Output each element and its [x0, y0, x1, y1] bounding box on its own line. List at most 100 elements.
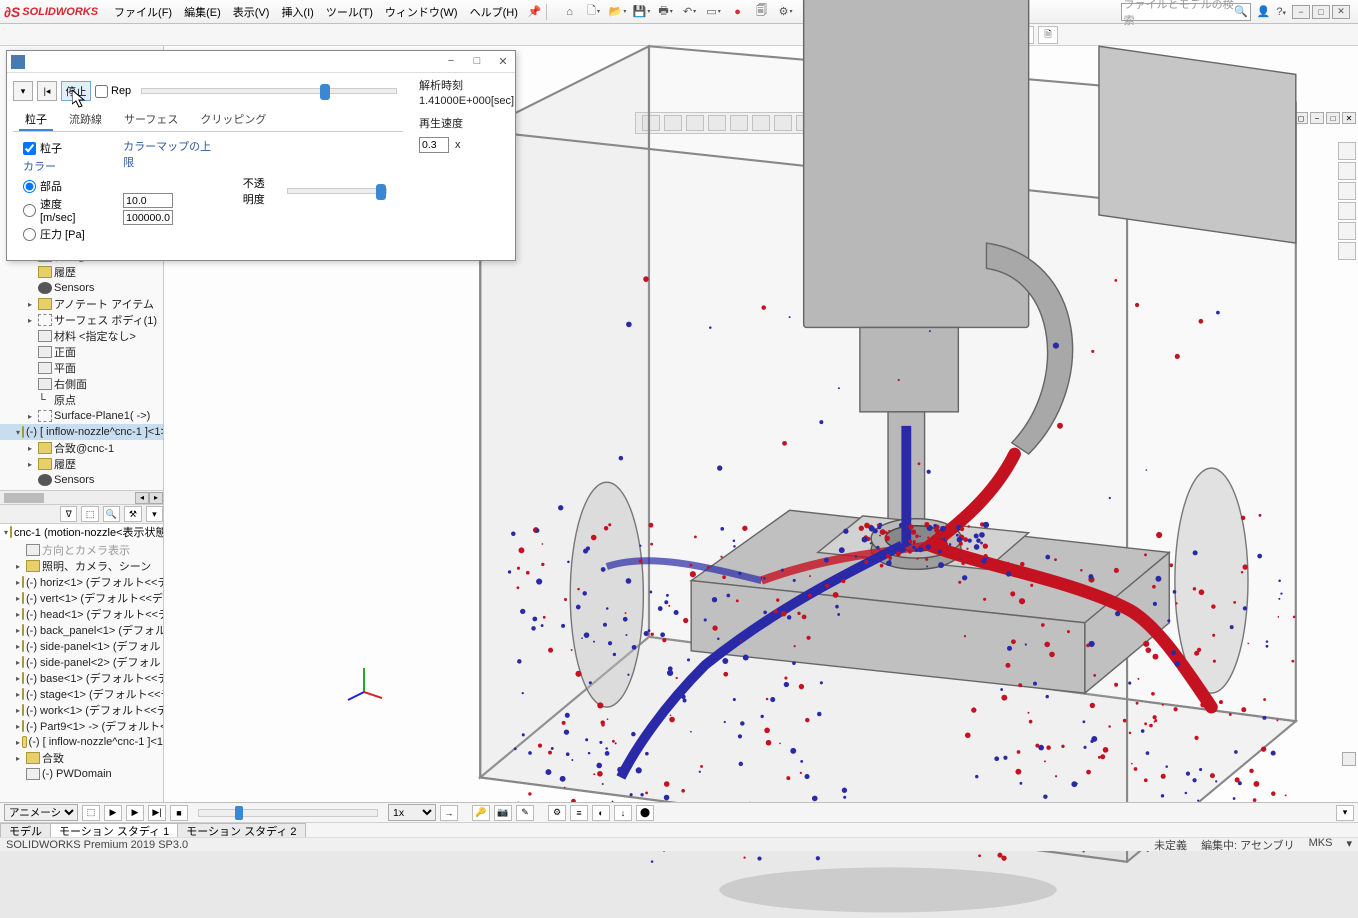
tree-row[interactable]: ▸(-) stage<1> (デフォルト<<デフォ [0, 686, 163, 702]
status-units[interactable]: MKS [1309, 837, 1333, 853]
particle-checkbox[interactable]: 粒子 [23, 140, 93, 156]
tree-row[interactable]: ▸照明、カメラ、シーン [0, 558, 163, 574]
step-prev-icon[interactable]: ▾ [13, 81, 33, 101]
radio-pressure[interactable]: 圧力 [Pa] [23, 226, 93, 242]
tree-row[interactable]: Sensors [0, 472, 163, 488]
filter-funnel-icon[interactable]: ∇ [60, 506, 77, 522]
tl-play-end-icon[interactable]: ▶| [148, 805, 166, 821]
menu-file[interactable]: ファイル(F) [108, 1, 178, 23]
tl-gravity-icon[interactable]: ↓ [614, 805, 632, 821]
tab-streamline[interactable]: 流跡線 [63, 109, 108, 131]
tp-custom-icon[interactable] [1338, 222, 1356, 240]
menu-edit[interactable]: 編集(E) [178, 1, 227, 23]
scroll-thumb[interactable] [4, 493, 44, 503]
tree-row[interactable]: 平面 [0, 360, 163, 376]
view-triad-icon[interactable] [344, 662, 384, 702]
dialog-close-icon[interactable]: ✕ [495, 55, 511, 68]
tab-surface[interactable]: サーフェス [118, 109, 184, 131]
tl-key-icon[interactable]: 🔑 [472, 805, 490, 821]
rep-checkbox-input[interactable] [95, 85, 108, 98]
tree-row[interactable]: ▸(-) back_panel<1> (デフォルト<< [0, 622, 163, 638]
tl-speed-select[interactable]: 1x [388, 804, 436, 821]
tree-row[interactable]: 方向とカメラ表示 [0, 542, 163, 558]
dialog-titlebar[interactable]: − □ ✕ [7, 51, 515, 73]
tl-play-icon[interactable]: ▶ [126, 805, 144, 821]
tl-wizard-icon[interactable]: ✎ [516, 805, 534, 821]
dialog-minimize-icon[interactable]: − [443, 55, 459, 68]
velocity-input[interactable] [123, 193, 173, 208]
tl-scrubber[interactable] [198, 809, 378, 817]
tree-row[interactable]: ▾(-) [ inflow-nozzle^cnc-1 ]<1> [0, 424, 163, 440]
tree-row[interactable]: └原点 [0, 392, 163, 408]
step-first-icon[interactable]: |◂ [37, 81, 57, 101]
tl-motor-icon[interactable]: ⚙ [548, 805, 566, 821]
tree-row[interactable]: ▸(-) work<1> (デフォルト<<デフォル [0, 702, 163, 718]
tree-row[interactable]: ▸(-) vert<1> (デフォルト<<デフォル [0, 590, 163, 606]
speed-input[interactable] [419, 137, 449, 153]
filter-zoom-icon[interactable]: 🔍 [103, 506, 120, 522]
menu-tools[interactable]: ツール(T) [320, 1, 379, 23]
filter-icon[interactable]: ⬚ [81, 506, 98, 522]
vp-close-icon[interactable]: ✕ [1342, 112, 1356, 124]
tree-row[interactable]: 材料 <指定なし> [0, 328, 163, 344]
radio-velocity[interactable]: 速度 [m/sec] [23, 196, 93, 224]
tab-motion2[interactable]: モーション スタディ 2 [177, 823, 305, 837]
tree-row[interactable]: ▸履歴 [0, 456, 163, 472]
scroll-left-icon[interactable]: ◂ [135, 492, 149, 504]
animation-type-select[interactable]: アニメーション [4, 804, 78, 821]
filter-tool-icon[interactable]: ⚒ [124, 506, 141, 522]
rep-checkbox[interactable]: Rep [95, 85, 131, 98]
stop-button[interactable]: 停止 [61, 81, 91, 101]
tl-stop-icon[interactable]: ■ [170, 805, 188, 821]
tl-cam-icon[interactable]: 📷 [494, 805, 512, 821]
tree-row[interactable]: (-) PWDomain [0, 766, 163, 782]
status-dropdown-icon[interactable]: ▾ [1346, 837, 1352, 853]
tree-row[interactable]: ▸合致 [0, 750, 163, 766]
tp-prop-icon[interactable] [1338, 182, 1356, 200]
tree-row[interactable]: ▸(-) head<1> (デフォルト<<デフォル [0, 606, 163, 622]
opacity-slider[interactable] [287, 188, 387, 194]
dialog-maximize-icon[interactable]: □ [469, 55, 485, 68]
tree-row[interactable]: ▸(-) [ inflow-nozzle^cnc-1 ]<1 [0, 734, 163, 750]
tree-row[interactable]: ▸(-) Part9<1> -> (デフォルト<<デ [0, 718, 163, 734]
tree-row[interactable]: ▸アノテート アイテム [0, 296, 163, 312]
feature-tree-lower[interactable]: 方向とカメラ表示▸照明、カメラ、シーン▸(-) horiz<1> (デフォルト<… [0, 540, 163, 784]
tp-appear-icon[interactable] [1338, 202, 1356, 220]
collapse-pane-icon[interactable] [1342, 752, 1356, 766]
tl-result-icon[interactable]: ⬤ [636, 805, 654, 821]
tp-home-icon[interactable] [1338, 142, 1356, 160]
tl-play-start-icon[interactable]: ▶ [104, 805, 122, 821]
pressure-input[interactable] [123, 210, 173, 225]
tree-hscroll[interactable]: ◂ ▸ [0, 490, 163, 504]
tp-forum-icon[interactable] [1338, 242, 1356, 260]
tree-row[interactable]: ▸Surface-Plane1( ->) [0, 408, 163, 424]
tab-model[interactable]: モデル [0, 823, 51, 837]
menu-insert[interactable]: 挿入(I) [275, 1, 319, 23]
radio-part[interactable]: 部品 [23, 178, 93, 194]
tree-row[interactable]: ▸サーフェス ボディ(1) [0, 312, 163, 328]
tree-row[interactable]: ▸(-) side-panel<1> (デフォルト<< [0, 638, 163, 654]
tree-row[interactable]: 右側面 [0, 376, 163, 392]
tl-collapse-icon[interactable]: ▾ [1336, 805, 1354, 821]
tab-clipping[interactable]: クリッピング [194, 109, 272, 131]
scroll-right-icon[interactable]: ▸ [149, 492, 163, 504]
feature-tree-upper[interactable]: 合致@cnc-1履歴Sensors▸アノテート アイテム▸サーフェス ボディ(1… [0, 246, 163, 490]
filter-more-icon[interactable]: ▾ [146, 506, 163, 522]
tp-lib-icon[interactable] [1338, 162, 1356, 180]
tree-row[interactable]: ▸合致@cnc-1 [0, 440, 163, 456]
tl-spring-icon[interactable]: ≡ [570, 805, 588, 821]
tree-row[interactable]: ▸(-) horiz<1> (デフォルト<<デフォル [0, 574, 163, 590]
tree-assembly-head[interactable]: ▾ cnc-1 (motion-nozzle<表示状態… [0, 524, 163, 540]
tree-row[interactable]: ▸(-) base<1> (デフォルト<<デフォル [0, 670, 163, 686]
menu-view[interactable]: 表示(V) [227, 1, 276, 23]
tree-row[interactable]: 履歴 [0, 264, 163, 280]
tree-row[interactable]: ▸(-) side-panel<2> (デフォルト<< [0, 654, 163, 670]
tab-motion1[interactable]: モーション スタディ 1 [50, 823, 178, 837]
tl-loop-icon[interactable]: → [440, 805, 458, 821]
time-slider[interactable] [141, 88, 397, 94]
tree-row[interactable]: 正面 [0, 344, 163, 360]
tree-row[interactable]: Sensors [0, 280, 163, 296]
tl-contact-icon[interactable]: ◐ [592, 805, 610, 821]
tab-particle[interactable]: 粒子 [19, 109, 53, 131]
tl-calc-icon[interactable]: ⬚ [82, 805, 100, 821]
